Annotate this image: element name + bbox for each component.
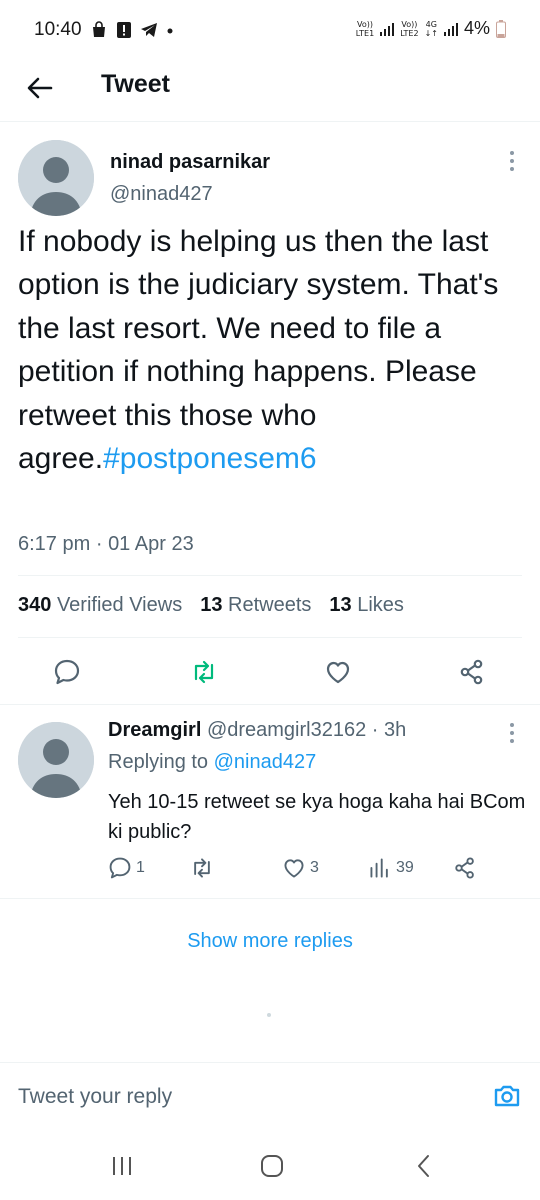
tweet-timestamp[interactable]: 6:17 pm · 01 Apr 23 xyxy=(18,533,194,556)
reply-text: Yeh 10-15 retweet se kya hoga kaha hai B… xyxy=(108,791,526,843)
reply-comment-button[interactable]: 1 xyxy=(108,856,145,880)
author-handle[interactable]: @ninad427 xyxy=(110,183,213,206)
arrow-left-icon[interactable] xyxy=(24,72,56,104)
back-nav-icon[interactable] xyxy=(410,1152,438,1180)
telegram-icon xyxy=(141,23,157,37)
alert-icon xyxy=(117,22,131,38)
more-vertical-icon[interactable] xyxy=(502,146,522,176)
reply-like-count: 3 xyxy=(310,859,319,876)
reply-author-handle[interactable]: @dreamgirl32162 xyxy=(207,719,366,741)
reply-views-count: 39 xyxy=(396,859,414,876)
recent-apps-icon[interactable] xyxy=(108,1152,136,1180)
share-icon[interactable] xyxy=(458,658,486,686)
reply-input[interactable]: Tweet your reply xyxy=(18,1085,172,1109)
author-name[interactable]: ninad pasarnikar xyxy=(110,151,270,174)
battery-icon xyxy=(496,19,506,38)
tweet-text: If nobody is helping us then the last op… xyxy=(18,225,499,476)
camera-icon[interactable] xyxy=(492,1081,522,1111)
replying-to-mention[interactable]: @ninad427 xyxy=(214,751,317,773)
home-icon[interactable] xyxy=(258,1152,286,1180)
tweet-stats: 340 Verified Views 13 Retweets 13 Likes xyxy=(18,594,404,617)
more-vertical-icon[interactable] xyxy=(502,718,522,748)
reply-views-button[interactable]: 39 xyxy=(368,856,414,880)
system-nav-bar xyxy=(0,1128,540,1200)
divider xyxy=(18,575,522,576)
comment-icon[interactable] xyxy=(53,658,81,686)
likes-stat[interactable]: 13 Likes xyxy=(329,594,404,617)
status-time: 10:40 xyxy=(34,19,82,40)
retweets-stat[interactable]: 13 Retweets xyxy=(200,594,311,617)
reply-retweet-button[interactable] xyxy=(190,856,214,880)
signal-icon xyxy=(380,22,395,36)
reply-author-name[interactable]: Dreamgirl xyxy=(108,719,201,741)
replying-to: Replying to @ninad427 xyxy=(108,751,317,773)
analytics-icon xyxy=(370,858,388,878)
reply-comment-count: 1 xyxy=(136,859,145,876)
views-stat[interactable]: 340 Verified Views xyxy=(18,594,182,617)
divider xyxy=(0,704,540,705)
heart-icon[interactable] xyxy=(324,658,352,686)
tweet-body: If nobody is helping us then the last op… xyxy=(18,220,528,480)
author-avatar[interactable] xyxy=(18,140,94,216)
notification-icons xyxy=(90,21,174,39)
reply-separator: · xyxy=(371,719,379,741)
page-title: Tweet xyxy=(101,70,170,98)
retweet-icon xyxy=(194,858,210,878)
default-avatar-icon xyxy=(18,722,94,798)
show-more-replies-link[interactable]: Show more replies xyxy=(0,930,540,953)
app-header: Tweet xyxy=(0,62,540,122)
reply-like-button[interactable]: 3 xyxy=(282,856,319,880)
status-bar: 10:40 Vo)) LTE1 Vo)) LTE2 4G ↓↑ 4% xyxy=(0,0,540,62)
reply-composer: Tweet your reply xyxy=(0,1062,540,1128)
meta-separator: · xyxy=(95,533,103,555)
network-indicator: 4G ↓↑ xyxy=(424,19,438,38)
heart-icon xyxy=(284,859,304,878)
reply-header: Dreamgirl @dreamgirl32162 · 3h xyxy=(108,719,406,742)
tweet-time: 6:17 pm xyxy=(18,533,91,555)
reply-age: 3h xyxy=(384,719,407,741)
hashtag-link[interactable]: #postponesem6 xyxy=(103,442,317,475)
retweet-icon[interactable] xyxy=(190,658,218,686)
status-right: Vo)) LTE1 Vo)) LTE2 4G ↓↑ 4% xyxy=(356,18,506,39)
tweet-date: 01 Apr 23 xyxy=(108,533,194,555)
sim2-indicator: Vo)) LTE2 xyxy=(400,19,419,38)
divider xyxy=(0,898,540,899)
loading-dot xyxy=(267,1013,271,1017)
divider xyxy=(18,637,522,638)
sim1-indicator: Vo)) LTE1 xyxy=(355,19,375,38)
default-avatar-icon xyxy=(18,140,94,216)
battery-percent: 4% xyxy=(463,18,490,38)
comment-icon xyxy=(109,857,131,879)
shopping-bag-icon xyxy=(93,21,105,37)
signal-icon xyxy=(443,22,458,36)
share-icon xyxy=(455,857,474,879)
reply-share-button[interactable] xyxy=(453,856,477,880)
reply-author-avatar[interactable] xyxy=(18,722,94,798)
dot-icon xyxy=(167,28,173,34)
